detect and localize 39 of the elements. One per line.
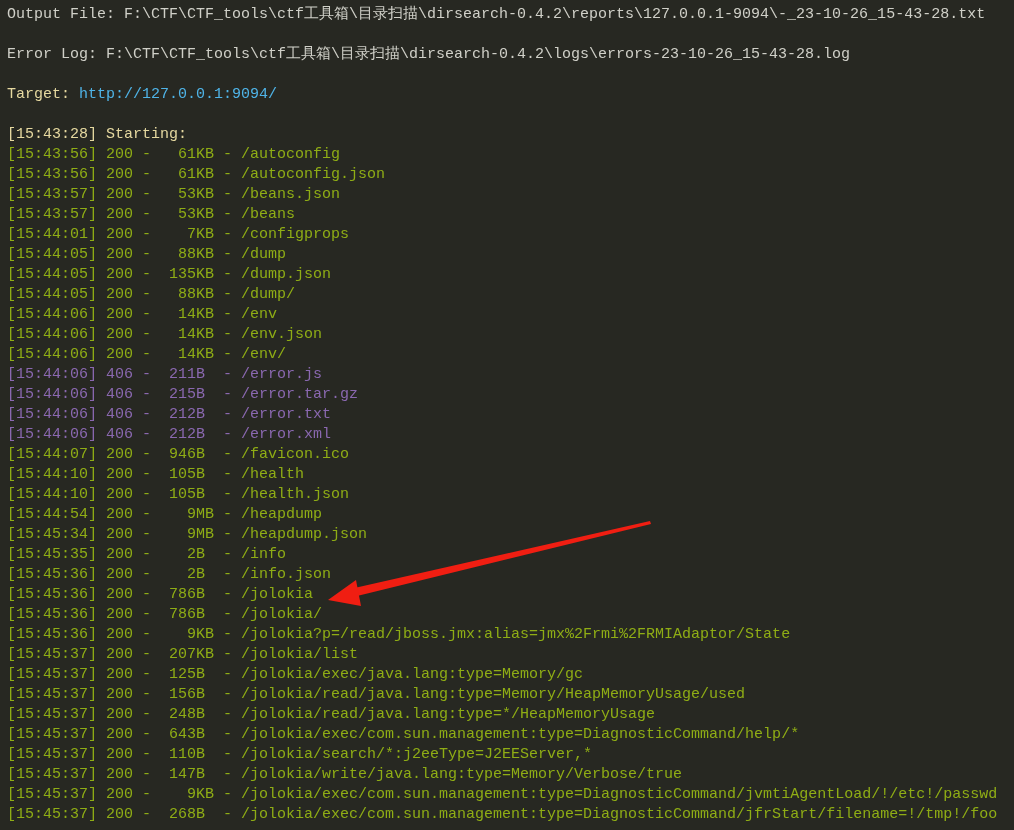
- result-line: [15:43:57] 200 - 53KB - /beans: [7, 205, 297, 225]
- result-line: [15:45:37] 200 - 643B - /jolokia/exec/com.sun.management:type=DiagnosticCommand/help/*: [7, 725, 801, 745]
- result-line: [15:44:06] 406 - 215B - /error.tar.gz: [7, 385, 360, 405]
- result-line: [15:45:36] 200 - 9KB - /jolokia?p=/read/jboss.jmx:alias=jmx%2Frmi%2FRMIAdaptor/State: [7, 625, 792, 645]
- result-line: [15:44:05] 200 - 135KB - /dump.json: [7, 265, 333, 285]
- result-line: [15:44:07] 200 - 946B - /favicon.ico: [7, 445, 351, 465]
- result-line: [15:45:37] 200 - 207KB - /jolokia/list: [7, 645, 360, 665]
- result-line: [15:43:57] 200 - 53KB - /beans.json: [7, 185, 342, 205]
- result-line: [15:45:36] 200 - 786B - /jolokia/: [7, 605, 324, 625]
- result-line: [15:44:10] 200 - 105B - /health.json: [7, 485, 351, 505]
- result-line: [15:44:06] 200 - 14KB - /env/: [7, 345, 288, 365]
- result-line: [15:44:54] 200 - 9MB - /heapdump: [7, 505, 324, 525]
- result-line: [15:44:06] 200 - 14KB - /env: [7, 305, 279, 325]
- result-line: [15:44:10] 200 - 105B - /health: [7, 465, 306, 485]
- status-line: [15:43:28] Starting:: [7, 125, 189, 145]
- result-line: [15:44:01] 200 - 7KB - /configprops: [7, 225, 351, 245]
- result-line: [15:45:37] 200 - 147B - /jolokia/write/java.lang:type=Memory/Verbose/true: [7, 765, 684, 785]
- result-line: [15:45:36] 200 - 2B - /info.json: [7, 565, 333, 585]
- output-line: Output File: F:\CTF\CTF_tools\ctf工具箱\目录扫描\dirsearch-0.4.2\reports\127.0.0.1-9094\-_23-10-26_15-43-28.txt: [7, 5, 987, 25]
- result-line: [15:45:34] 200 - 9MB - /heapdump.json: [7, 525, 369, 545]
- result-line: [15:45:37] 200 - 110B - /jolokia/search/*:j2eeType=J2EEServer,*: [7, 745, 594, 765]
- result-line: [15:44:06] 406 - 212B - /error.txt: [7, 405, 333, 425]
- result-line: [15:44:06] 200 - 14KB - /env.json: [7, 325, 324, 345]
- result-line: [15:45:37] 200 - 9KB - /jolokia/exec/com.sun.management:type=DiagnosticCommand/jvmtiAgentLoad/!/etc!/passwd: [7, 785, 999, 805]
- result-line: [15:45:37] 200 - 268B - /jolokia/exec/com.sun.management:type=DiagnosticCommand/jfrStart/filename=!/tmp!/foo: [7, 805, 999, 825]
- result-line: [15:45:37] 200 - 125B - /jolokia/exec/java.lang:type=Memory/gc: [7, 665, 585, 685]
- result-line: [15:45:37] 200 - 248B - /jolokia/read/java.lang:type=*/HeapMemoryUsage: [7, 705, 657, 725]
- result-line: [15:43:56] 200 - 61KB - /autoconfig.json: [7, 165, 387, 185]
- result-line: [15:44:06] 406 - 211B - /error.js: [7, 365, 324, 385]
- result-line: [15:43:56] 200 - 61KB - /autoconfig: [7, 145, 342, 165]
- result-line: [15:45:37] 200 - 156B - /jolokia/read/java.lang:type=Memory/HeapMemoryUsage/used: [7, 685, 747, 705]
- target-label: Target:: [7, 85, 70, 105]
- result-line: [15:44:06] 406 - 212B - /error.xml: [7, 425, 333, 445]
- result-line: [15:45:36] 200 - 786B - /jolokia: [7, 585, 315, 605]
- output-line: Error Log: F:\CTF\CTF_tools\ctf工具箱\目录扫描\dirsearch-0.4.2\logs\errors-23-10-26_15-43-28.log: [7, 45, 852, 65]
- result-line: [15:44:05] 200 - 88KB - /dump/: [7, 285, 297, 305]
- target-url: http://127.0.0.1:9094/: [79, 85, 278, 105]
- result-line: [15:44:05] 200 - 88KB - /dump: [7, 245, 288, 265]
- result-line: [15:45:35] 200 - 2B - /info: [7, 545, 288, 565]
